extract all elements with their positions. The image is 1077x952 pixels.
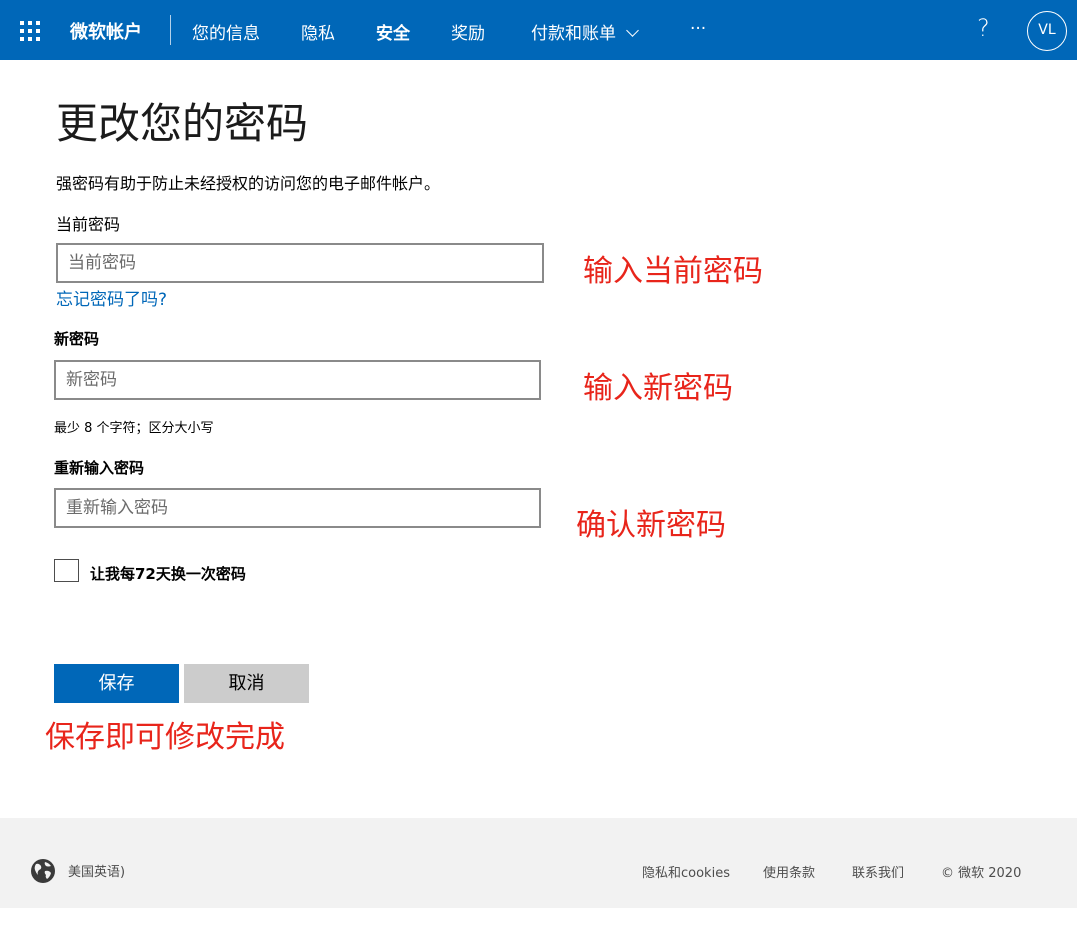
nav-item-rewards[interactable]: 奖励: [451, 19, 485, 44]
reenter-password-label: 重新输入密码: [54, 459, 145, 477]
globe-icon[interactable]: [30, 858, 56, 884]
footer-link-terms[interactable]: 使用条款: [763, 862, 815, 881]
annotation-save: 保存即可修改完成: [45, 720, 285, 755]
help-icon[interactable]: ?: [977, 14, 990, 42]
nav-item-payment-billing-label: 付款和账单: [531, 24, 616, 44]
reenter-password-input[interactable]: [54, 488, 541, 528]
nav-divider: [170, 15, 171, 45]
footer-link-contact[interactable]: 联系我们: [852, 862, 904, 881]
page-title: 更改您的密码: [56, 99, 309, 148]
annotation-current-password: 输入当前密码: [583, 254, 763, 289]
footer-link-privacy-cookies[interactable]: 隐私和cookies: [642, 862, 730, 881]
change-every-72-days-label[interactable]: 让我每72天换一次密码: [90, 563, 246, 584]
cancel-button[interactable]: 取消: [184, 664, 309, 703]
chevron-down-icon: [626, 24, 639, 37]
current-password-input[interactable]: [56, 243, 544, 283]
brand-title[interactable]: 微软帐户: [70, 18, 142, 44]
nav-item-security[interactable]: 安全: [376, 19, 410, 44]
avatar[interactable]: VL: [1027, 11, 1067, 51]
locale-selector[interactable]: 美国英语): [68, 861, 125, 880]
annotation-confirm-password: 确认新密码: [576, 508, 726, 543]
nav-item-payment-billing[interactable]: 付款和账单: [531, 19, 639, 44]
change-every-72-days-checkbox[interactable]: [54, 559, 79, 582]
app-launcher-icon[interactable]: [20, 21, 40, 41]
top-nav-bar: 微软帐户 您的信息 隐私 安全 奖励 付款和账单 ··· ? VL: [0, 0, 1077, 60]
page-footer: 美国英语) 隐私和cookies 使用条款 联系我们 © 微软 2020: [0, 818, 1077, 908]
save-button[interactable]: 保存: [54, 664, 179, 703]
nav-item-more[interactable]: ···: [690, 19, 706, 39]
new-password-label: 新密码: [54, 330, 100, 348]
nav-item-privacy[interactable]: 隐私: [301, 19, 335, 44]
annotation-new-password: 输入新密码: [583, 371, 733, 406]
footer-copyright: © 微软 2020: [941, 866, 1022, 881]
nav-item-your-info[interactable]: 您的信息: [192, 19, 260, 44]
current-password-label: 当前密码: [56, 215, 121, 234]
new-password-input[interactable]: [54, 360, 541, 400]
forgot-password-link[interactable]: 忘记密码了吗?: [56, 285, 167, 310]
page-description: 强密码有助于防止未经授权的访问您的电子邮件帐户。: [56, 174, 441, 193]
password-hint: 最少 8 个字符；区分大小写: [54, 421, 214, 436]
